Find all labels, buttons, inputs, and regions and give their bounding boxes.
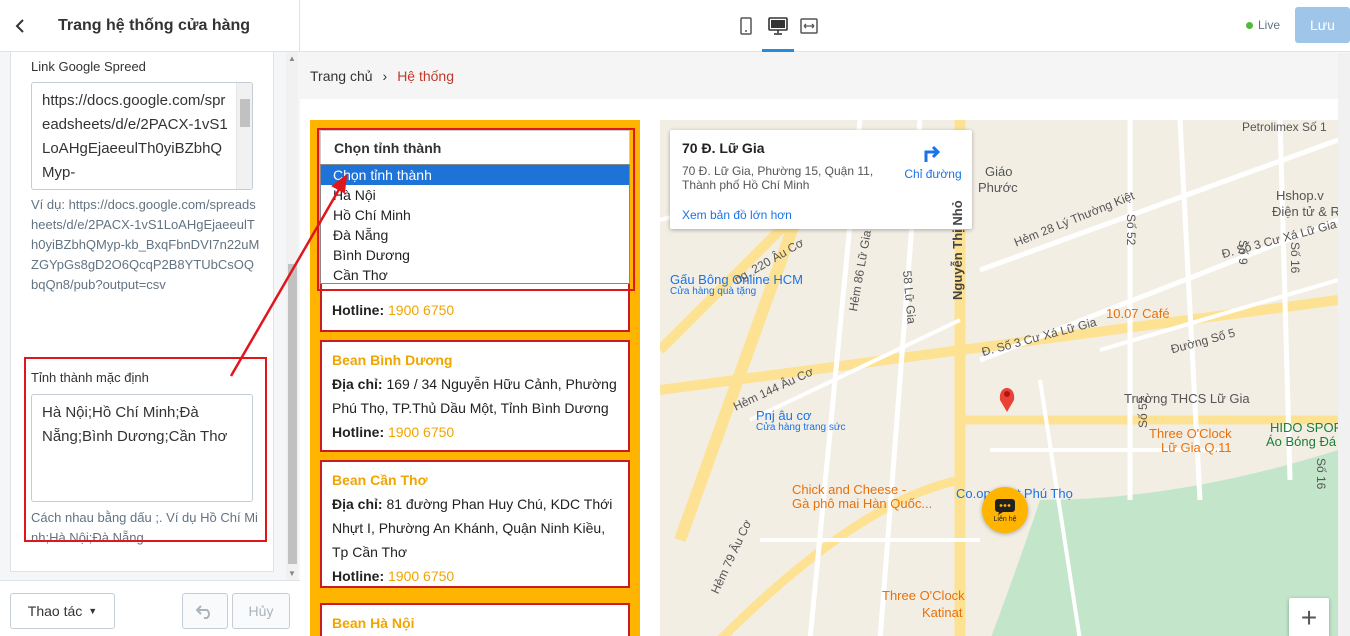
map-label: Số 16 xyxy=(1314,458,1328,490)
map-label: Số 9 xyxy=(1236,240,1250,265)
actions-label: Thao tác xyxy=(27,603,83,619)
map-label: HIDO SPORT - Sỉ xyxy=(1270,420,1338,435)
hotline-value[interactable]: 1900 6750 xyxy=(388,424,454,440)
map-label: Katinat xyxy=(922,605,963,620)
contact-chat-button[interactable]: Liên hệ xyxy=(982,487,1028,533)
map-label: Three O'Clock xyxy=(882,588,965,603)
chat-bubble-icon xyxy=(995,498,1015,515)
desktop-view-button[interactable] xyxy=(766,14,790,38)
map-label: Hshop.v xyxy=(1276,188,1324,203)
annotation-box-dropdown xyxy=(317,128,635,291)
breadcrumb-home-link[interactable]: Trang chủ xyxy=(310,68,373,84)
hotline-value[interactable]: 1900 6750 xyxy=(388,302,454,318)
cancel-button[interactable]: Hủy xyxy=(232,593,290,629)
map-label: Chick and Cheese - xyxy=(792,482,907,497)
live-dot-icon xyxy=(1246,21,1253,29)
bigger-map-link[interactable]: Xem bản đồ lớn hơn xyxy=(682,208,792,222)
chevron-left-icon xyxy=(15,18,24,33)
map-label: Nguyễn Thị Nhỏ xyxy=(950,200,965,300)
undo-button[interactable] xyxy=(182,593,228,629)
directions-icon xyxy=(924,145,941,162)
map-place-title: 70 Đ. Lữ Gia xyxy=(682,140,765,156)
undo-icon xyxy=(196,605,210,619)
zoom-in-button[interactable]: + xyxy=(1289,598,1329,636)
desktop-icon xyxy=(768,17,788,35)
map-label: Số 16 xyxy=(1288,242,1302,274)
hotline-label: Hotline: xyxy=(332,302,385,318)
map-label: Pnj âu cơ xyxy=(756,408,812,423)
breadcrumb: Trang chủ › Hệ thống xyxy=(300,53,1338,99)
panel-title: Trang hệ thống cửa hàng xyxy=(58,16,251,34)
map-label: Áo Bóng Đá - Sỉ xyxy=(1266,434,1338,449)
store-name[interactable]: Bean Cần Thơ xyxy=(332,468,618,492)
hotline-label: Hotline: xyxy=(332,568,385,584)
live-label: Live xyxy=(1258,18,1281,32)
save-button[interactable]: Lưu xyxy=(1295,7,1350,43)
google-link-hint: Ví dụ: https://docs.google.com/spreadshe… xyxy=(31,197,260,292)
chat-label: Liên hệ xyxy=(993,515,1017,523)
fullwidth-icon xyxy=(800,18,818,34)
google-link-label: Link Google Spreed xyxy=(31,59,146,74)
store-card: Bean Hà Nội xyxy=(320,603,630,636)
map-info-window: 70 Đ. Lữ Gia 70 Đ. Lữ Gia, Phường 15, Qu… xyxy=(670,130,972,229)
map-label: Số 52 xyxy=(1136,396,1150,428)
active-device-indicator xyxy=(762,49,794,52)
caret-down-icon: ▼ xyxy=(88,606,98,616)
map-label: Số 52 xyxy=(1124,214,1138,246)
map-label: Petrolimex Số 1 xyxy=(1242,120,1327,134)
directions-button[interactable]: Chỉ đường xyxy=(898,142,968,181)
mobile-icon xyxy=(740,17,752,35)
directions-label: Chỉ đường xyxy=(904,167,962,181)
store-name[interactable]: Bean Bình Dương xyxy=(332,348,618,372)
map-label: Giáo xyxy=(985,164,1013,179)
hotline-value[interactable]: 1900 6750 xyxy=(388,568,454,584)
preview-scrollbar[interactable] xyxy=(1338,53,1350,636)
google-map[interactable]: 70 Đ. Lữ Gia 70 Đ. Lữ Gia, Phường 15, Qu… xyxy=(660,120,1338,636)
google-link-textarea[interactable]: https://docs.google.com/spreadsheets/d/e… xyxy=(31,82,253,190)
store-name[interactable]: Bean Hà Nội xyxy=(332,611,618,635)
fullwidth-view-button[interactable] xyxy=(797,14,821,38)
map-label: Cửa hàng quà tặng xyxy=(670,286,757,297)
back-button[interactable] xyxy=(0,0,40,52)
mobile-view-button[interactable] xyxy=(734,14,758,38)
hotline-label: Hotline: xyxy=(332,424,385,440)
breadcrumb-separator-icon: › xyxy=(382,68,388,84)
google-link-value: https://docs.google.com/spreadsheets/d/e… xyxy=(42,92,228,181)
map-label: Lữ Gia Q.11 xyxy=(1161,440,1232,455)
map-label: Cửa hàng trang sức xyxy=(756,422,846,433)
store-card: Bean Cần Thơ Địa chỉ: 81 đường Phan Huy … xyxy=(320,460,630,588)
live-status: Live xyxy=(1246,18,1280,32)
panel-header: Trang hệ thống cửa hàng xyxy=(0,0,299,52)
annotation-box-province-field xyxy=(24,357,267,542)
panel-scrollbar[interactable]: ▲ ▼ xyxy=(286,52,298,580)
panel-footer: Thao tác ▼ Hủy xyxy=(0,580,300,636)
store-card: Bean Bình Dương Địa chỉ: 169 / 34 Nguyễn… xyxy=(320,340,630,452)
top-bar: Live Lưu xyxy=(300,0,1350,52)
map-place-address: 70 Đ. Lữ Gia, Phường 15, Quận 11, Thành … xyxy=(682,164,874,192)
address-label: Địa chỉ: xyxy=(332,376,383,392)
map-label: 10.07 Café xyxy=(1106,306,1170,321)
map-label: Điện tử & Rol xyxy=(1272,204,1338,219)
map-label: Three O'Clock xyxy=(1149,426,1232,441)
address-label: Địa chỉ: xyxy=(332,496,383,512)
textarea-scrollbar[interactable] xyxy=(236,83,252,189)
actions-button[interactable]: Thao tác ▼ xyxy=(10,593,115,629)
breadcrumb-current: Hệ thống xyxy=(397,68,455,84)
map-label: Gà phô mai Hàn Quốc... xyxy=(792,496,933,511)
map-label: Phước xyxy=(978,180,1018,195)
